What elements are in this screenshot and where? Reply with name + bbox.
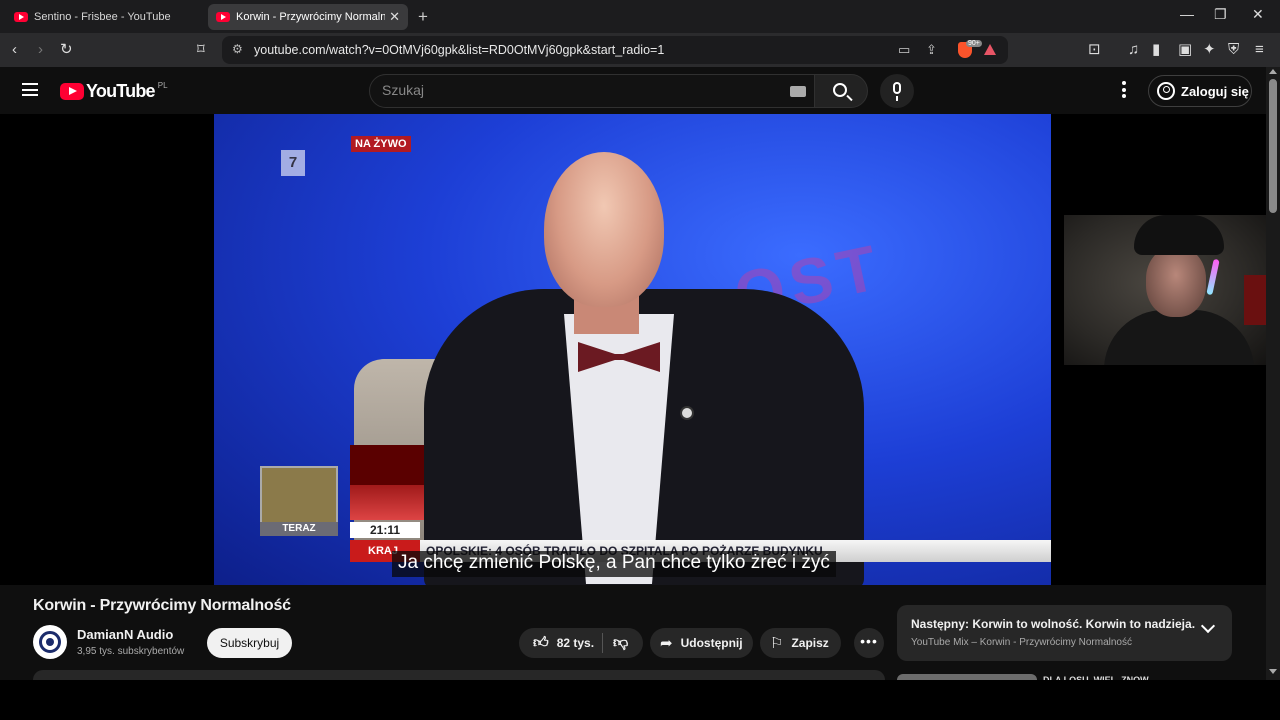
address-text[interactable]: youtube.com/watch?v=0OtMVj60gpk&list=RD0… [254,43,664,57]
brave-rewards-icon[interactable] [984,44,996,55]
more-actions-button[interactable]: ••• [854,628,884,658]
guide-menu-icon[interactable] [22,83,38,96]
browser-toolbar: ‹ › ↻ ⌑ ⚙ youtube.com/watch?v=0OtMVj60gp… [0,33,1280,67]
up-next-playlist: YouTube Mix – Korwin - Przywrócimy Norma… [911,637,1132,648]
scrollbar-thumb[interactable] [1269,79,1277,213]
search-button[interactable] [814,74,868,108]
minimize-icon[interactable]: — [1180,6,1194,22]
cast-icon[interactable]: ▭ [898,42,910,58]
account-icon [1157,82,1175,100]
thumbs-down-icon: 👎︎ [613,634,629,651]
youtube-logo[interactable]: YouTube PL [60,81,168,102]
chevron-down-icon[interactable] [1200,618,1216,634]
speaker-head [544,152,664,307]
youtube-wordmark: YouTube [86,81,156,101]
youtube-play-logo-icon [60,83,84,100]
save-bookmark-icon: ⚐ [770,635,784,652]
subscriber-count: 3,95 tys. subskrybentów [77,646,185,657]
reload-icon[interactable]: ↻ [60,41,73,59]
search-icon [833,83,847,97]
thumbs-up-icon: 👍︎ [533,634,549,651]
lapel-pin-icon [680,406,694,420]
new-tab-icon[interactable]: + [418,7,428,27]
share-icon[interactable]: ⇪ [926,42,937,58]
like-button[interactable]: 👍︎ 82 tys. [519,633,603,653]
teraz-label: TERAZ [260,522,338,536]
like-dislike-pill: 👍︎ 82 tys. 👎︎ [519,628,643,658]
like-count: 82 tys. [556,636,595,650]
menu-icon[interactable]: ≡ [1255,41,1264,59]
scroll-down-icon[interactable] [1269,669,1277,674]
close-window-icon[interactable]: ✕ [1252,6,1264,23]
webcam-overlay [1064,215,1266,365]
close-tab-icon[interactable]: ✕ [389,9,400,25]
dislike-button[interactable]: 👎︎ [603,634,636,652]
browser-tab-bar: Sentino - Frisbee - YouTube Korwin - Prz… [0,0,1280,33]
tab-title: Sentino - Frisbee - YouTube [34,11,171,23]
leo-ai-icon[interactable]: ✦ [1203,41,1216,59]
shields-count-badge: 90+ [966,40,982,47]
back-icon[interactable]: ‹ [12,41,17,59]
sign-in-button[interactable]: Zaloguj się [1148,75,1252,107]
video-title: Korwin - Przywrócimy Normalność [33,597,291,614]
scroll-up-icon[interactable] [1269,69,1277,74]
youtube-header: YouTube PL Zaloguj się [0,67,1266,114]
up-next-card[interactable]: Następny: Korwin to wolność. Korwin to n… [897,605,1232,661]
keyboard-icon[interactable] [790,86,806,97]
watch-metadata: Korwin - Przywrócimy Normalność DamianN … [0,585,1266,680]
search-box [369,74,815,108]
music-icon[interactable]: ♫ [1128,41,1139,59]
voice-search-button[interactable] [880,74,914,108]
site-info-icon[interactable]: ⚙ [232,42,243,56]
forward-icon[interactable]: › [38,41,43,59]
wallet-icon[interactable]: ▣ [1178,41,1192,59]
tab-sentino[interactable]: Sentino - Frisbee - YouTube [6,4,204,30]
vpn-icon[interactable]: ⛨ [1228,41,1239,59]
share-button[interactable]: ➦ Udostępnij [650,628,753,658]
share-label: Udostępnij [680,636,743,650]
save-label: Zapisz [791,636,829,650]
youtube-favicon-icon [216,12,230,22]
channel-avatar[interactable] [33,625,67,659]
sidebar-icon[interactable]: ▮ [1152,41,1160,59]
taskbar-area [0,680,1280,720]
search-input[interactable] [382,82,762,98]
tab-title: Korwin - Przywrócimy Normalność [236,11,386,23]
microphone-icon [893,82,901,94]
tab-korwin-active[interactable]: Korwin - Przywrócimy Normalność ✕ [208,4,408,30]
tv-graphic-block [350,445,424,485]
live-badge: NA ŻYWO [351,136,411,152]
tv-graphic-fade [350,485,424,520]
sign-in-label: Zaloguj się [1181,83,1249,99]
address-bar[interactable]: ⚙ youtube.com/watch?v=0OtMVj60gpk&list=R… [222,36,1008,64]
video-frame[interactable]: OST NA ŻYWO 7 TERAZ 21:11 KRAJ OPOLSKIE:… [214,114,1051,585]
save-button[interactable]: ⚐ Zapisz [760,628,841,658]
tv-clock: 21:11 [350,522,420,538]
channel-name[interactable]: DamianN Audio [77,627,173,642]
share-arrow-icon: ➦ [660,635,673,652]
bookmark-icon[interactable]: ⌑ [197,41,205,59]
description-box[interactable] [33,670,885,680]
youtube-favicon-icon [14,12,28,22]
up-next-title: Następny: Korwin to wolność. Korwin to n… [911,617,1196,631]
screenshot-icon[interactable]: ⊡ [1088,41,1101,59]
subtitle-caption: Ja chcę zmienić Polskę, a Pan chce tylko… [392,551,836,577]
page-scrollbar[interactable] [1266,67,1280,680]
video-player[interactable]: OST NA ŻYWO 7 TERAZ 21:11 KRAJ OPOLSKIE:… [0,114,1266,585]
restore-icon[interactable]: ❐ [1214,6,1227,23]
rgb-headset-icon [1206,258,1220,296]
subscribe-button[interactable]: Subskrybuj [207,628,292,658]
channel-bug: 7 [281,150,305,176]
region-code: PL [157,81,168,90]
settings-more-icon[interactable] [1122,81,1128,101]
